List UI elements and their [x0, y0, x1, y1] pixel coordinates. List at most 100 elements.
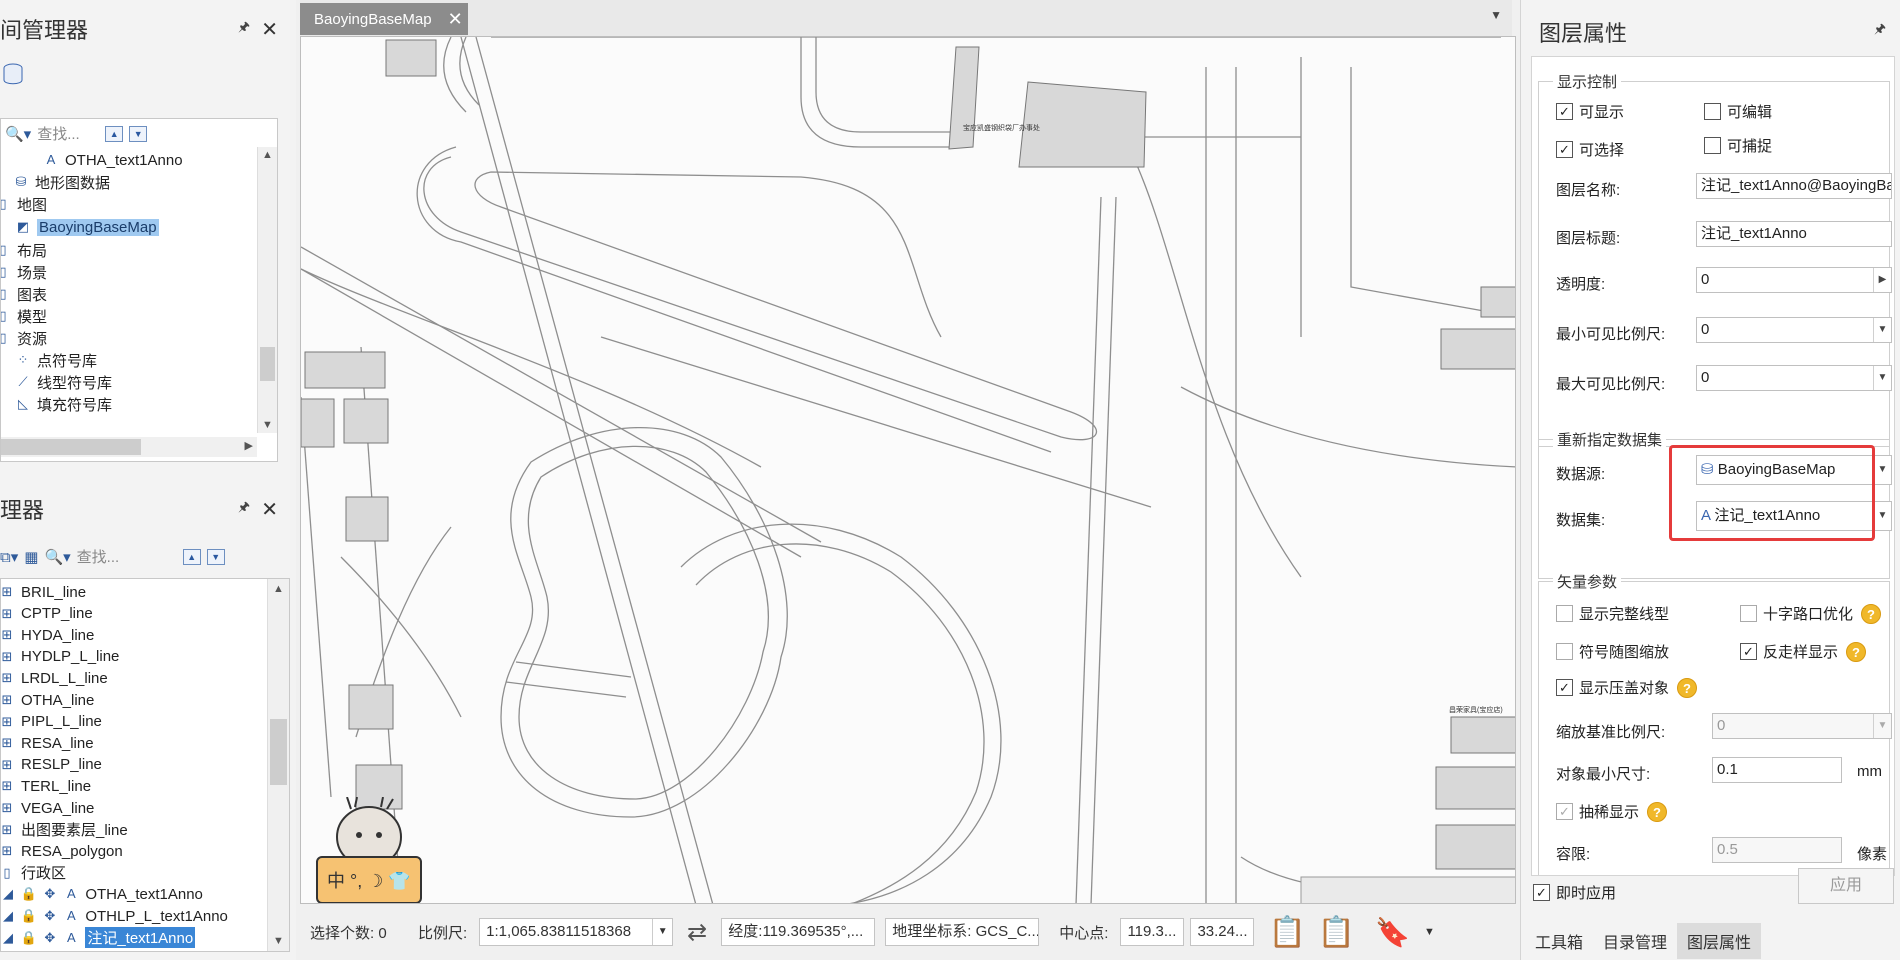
layer-item[interactable]: ⊞ PIPL_L_line	[1, 711, 102, 733]
min-scale-combobox[interactable]: 0 ▼	[1696, 317, 1892, 343]
chevron-down-icon[interactable]: ▼	[1873, 714, 1891, 738]
scroll-down-icon[interactable]: ▼	[268, 935, 289, 947]
layer-visibility-icons[interactable]: ◢ 🔒 ✥	[3, 930, 57, 946]
layer-visibility-icons[interactable]: ◢ 🔒 ✥	[3, 886, 57, 902]
chevron-down-icon[interactable]: ▼	[1873, 366, 1891, 390]
tab-catalog[interactable]: 目录管理	[1593, 923, 1677, 959]
symbol-scale-checkbox[interactable]: 符号随图缩放	[1556, 641, 1669, 662]
center-x-field[interactable]: 119.3...	[1120, 918, 1185, 946]
layer-item[interactable]: ⊞ BRIL_line	[1, 581, 87, 603]
workspace-vscrollbar[interactable]: ▲ ▼	[257, 147, 277, 433]
layer-item[interactable]: ⊞ RESA_line	[1, 732, 94, 754]
tree-item-selected[interactable]: ◩ BaoyingBaseMap	[15, 216, 159, 238]
tree-item[interactable]: ⛁ 地形图数据	[1, 171, 110, 193]
apply-button[interactable]: 应用	[1798, 868, 1894, 904]
tab-layer-properties[interactable]: 图层属性	[1677, 923, 1762, 959]
layer-item[interactable]: ⊞ OTHA_line	[1, 689, 95, 711]
scroll-up-icon[interactable]: ▲	[258, 149, 277, 161]
tab-toolbox[interactable]: 工具箱	[1525, 923, 1593, 959]
tree-item[interactable]: ▯ 场景	[1, 261, 47, 283]
tab-menu-chevron-icon[interactable]: ▼	[1490, 8, 1502, 22]
arrow-down-button[interactable]: ▼	[206, 548, 225, 565]
arrow-up-button[interactable]: ▲	[182, 548, 201, 565]
map-canvas[interactable]: 宝应凯盛钢织袋厂办事处 昌荣家具(宝应店) 中 °, ☽ 👕	[300, 36, 1516, 904]
pin-icon[interactable]: 🖈	[1874, 20, 1886, 42]
tree-item[interactable]: ⟋ 线型符号库	[15, 371, 112, 393]
scale-base-combobox[interactable]: 0 ▼	[1712, 713, 1892, 739]
chevron-down-icon[interactable]: ▼	[1873, 502, 1891, 530]
help-icon[interactable]: ?	[1647, 801, 1668, 822]
workspace-hscrollbar[interactable]: ▶	[1, 437, 257, 457]
scroll-thumb[interactable]	[1, 439, 141, 455]
tree-item[interactable]: ▯ 图表	[1, 283, 47, 305]
thin-display-checkbox[interactable]: ✓ 抽稀显示?	[1556, 801, 1668, 822]
layer-item[interactable]: ⊞ RESA_polygon	[1, 840, 123, 862]
layer-item[interactable]: ◢ 🔒 ✥ A OTHA_text1Anno	[3, 883, 203, 905]
scale-combobox[interactable]: 1:1,065.83811518368 ▼	[479, 918, 674, 946]
chevron-down-icon[interactable]: ▼	[652, 919, 672, 945]
layer-item[interactable]: ⊞ CPTP_line	[1, 603, 93, 625]
scroll-down-icon[interactable]: ▼	[258, 419, 277, 431]
layer-item[interactable]: ⊞ VEGA_line	[1, 797, 95, 819]
copy-icon[interactable]: 📋	[1268, 915, 1305, 950]
crossroad-checkbox[interactable]: 十字路口优化?	[1740, 603, 1882, 624]
close-tab-icon[interactable]: ✕	[448, 9, 463, 30]
full-linetype-checkbox[interactable]: 显示完整线型	[1556, 603, 1669, 624]
center-y-field[interactable]: 33.24...	[1190, 918, 1255, 946]
chevron-right-icon[interactable]: ▶	[1873, 268, 1891, 292]
layer-grid-icon[interactable]: ▦	[24, 548, 38, 566]
layer-caption-field[interactable]: 注记_text1Anno	[1696, 221, 1892, 247]
layer-item[interactable]: ⊞ HYDA_line	[1, 624, 95, 646]
editable-checkbox[interactable]: 可编辑	[1704, 101, 1772, 122]
scroll-thumb[interactable]	[270, 719, 287, 785]
arrow-down-button[interactable]: ▼	[129, 125, 148, 142]
help-icon[interactable]: ?	[1846, 641, 1867, 662]
scroll-right-icon[interactable]: ▶	[245, 439, 253, 452]
layer-item-selected[interactable]: ◢ 🔒 ✥ A 注记_text1Anno	[3, 927, 196, 949]
bookmark-icon[interactable]: 🔖	[1375, 916, 1410, 949]
layer-item[interactable]: ⊞ HYDLP_L_line	[1, 646, 120, 668]
help-icon[interactable]: ?	[1861, 603, 1882, 624]
tree-item[interactable]: ▯ 资源	[1, 327, 47, 349]
layer-item[interactable]: ⊞ RESLP_line	[1, 754, 102, 776]
tree-item[interactable]: ◺ 填充符号库	[15, 393, 112, 415]
layer-group-icon[interactable]: ⧉▾	[0, 548, 18, 566]
tree-item[interactable]: ▯ 地图	[1, 193, 47, 215]
layer-vscrollbar[interactable]: ▲ ▼	[267, 579, 289, 951]
help-icon[interactable]: ?	[1677, 677, 1698, 698]
snappable-checkbox[interactable]: 可捕捉	[1704, 135, 1772, 156]
arrow-up-button[interactable]: ▲	[105, 125, 124, 142]
tolerance-field[interactable]: 0.5	[1712, 837, 1842, 863]
tree-item[interactable]: ▯ 布局	[1, 239, 47, 261]
selectable-checkbox[interactable]: ✓ 可选择	[1556, 139, 1624, 160]
instant-apply-checkbox[interactable]: ✓ 即时应用	[1533, 882, 1616, 903]
workspace-search[interactable]: 🔍▾ 查找... ▲ ▼	[5, 123, 148, 144]
paste-icon[interactable]: 📋	[1318, 915, 1355, 950]
chevron-down-icon[interactable]: ▼	[1873, 318, 1891, 342]
scroll-thumb[interactable]	[260, 347, 275, 381]
workspace-search-input[interactable]: 查找...	[37, 123, 99, 144]
layer-item[interactable]: ▯ 行政区	[1, 862, 66, 884]
layer-item[interactable]: ⊞ TERL_line	[1, 775, 92, 797]
layer-search-input[interactable]: 查找...	[77, 546, 177, 567]
close-icon[interactable]: ✕	[261, 17, 278, 42]
chevron-down-icon[interactable]: ▼	[1424, 926, 1435, 938]
tab-baoying-basemap[interactable]: BaoyingBaseMap ✕	[300, 3, 468, 35]
layer-item[interactable]: ⊞ 出图要素层_line	[1, 819, 128, 841]
max-scale-combobox[interactable]: 0 ▼	[1696, 365, 1892, 391]
chevron-down-icon[interactable]: ▼	[1873, 456, 1891, 484]
layer-name-field[interactable]: 注记_text1Anno@BaoyingBa	[1696, 173, 1892, 199]
workspace-db-icon[interactable]	[2, 62, 24, 88]
swap-arrows-icon[interactable]: ⇄	[687, 918, 707, 947]
layer-visibility-icons[interactable]: ◢ 🔒 ✥	[3, 908, 57, 924]
layer-item[interactable]: ◢ 🔒 ✥ A OTHLP_L_text1Anno	[3, 905, 228, 927]
scroll-up-icon[interactable]: ▲	[268, 583, 289, 595]
visible-checkbox[interactable]: ✓ 可显示	[1556, 101, 1624, 122]
show-overlap-checkbox[interactable]: ✓ 显示压盖对象?	[1556, 677, 1698, 698]
pin-icon[interactable]: 🖈	[238, 18, 250, 40]
min-size-field[interactable]: 0.1	[1712, 757, 1842, 783]
antialias-checkbox[interactable]: ✓ 反走样显示?	[1740, 641, 1867, 662]
tree-item[interactable]: A OTHA_text1Anno	[43, 149, 183, 171]
tree-item[interactable]: ▯ 模型	[1, 305, 47, 327]
pin-icon[interactable]: 🖈	[238, 498, 250, 520]
